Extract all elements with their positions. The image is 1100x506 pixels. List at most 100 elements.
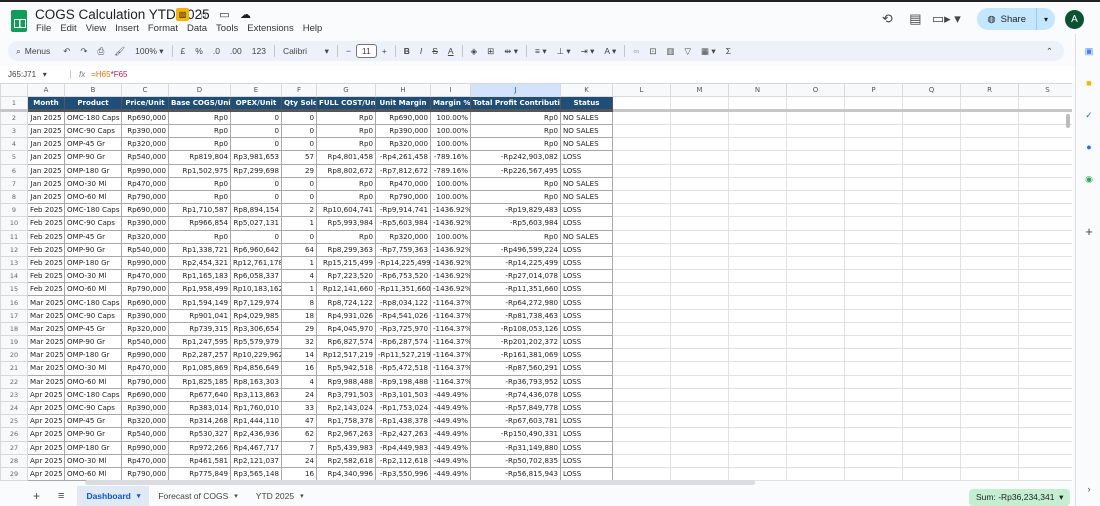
empty-cell[interactable] <box>728 387 787 402</box>
empty-cell[interactable] <box>902 427 961 442</box>
empty-cell[interactable] <box>670 427 729 442</box>
cell-qty-sold[interactable]: 32 <box>281 334 317 350</box>
column-header-p[interactable]: P <box>844 83 903 97</box>
cell-price-unit[interactable]: Rp690,000 <box>121 295 169 310</box>
empty-cell[interactable] <box>902 348 961 363</box>
cell-opex-unit[interactable]: Rp4,029,985 <box>230 308 282 323</box>
empty-cell[interactable] <box>844 440 903 455</box>
row-header[interactable]: 7 <box>0 176 28 191</box>
sheet-tab[interactable]: YTD 2025 ▾ <box>247 486 313 506</box>
all-sheets-icon[interactable]: ≡ <box>49 486 73 506</box>
expand-panel-icon[interactable]: › <box>1084 484 1094 494</box>
cell-base-cogs-unit[interactable]: Rp966,854 <box>168 216 231 231</box>
cell-price-unit[interactable]: Rp990,000 <box>121 255 169 271</box>
empty-cell[interactable] <box>844 348 903 363</box>
menus-search[interactable]: ⌕ Menus <box>8 46 58 57</box>
empty-cell[interactable] <box>960 150 1019 165</box>
currency-button[interactable]: £ <box>176 46 191 56</box>
cell-opex-unit[interactable]: Rp7,129,974 <box>230 295 282 310</box>
empty-cell[interactable] <box>1018 96 1072 112</box>
cell-product[interactable]: OMO-60 Ml <box>64 282 122 297</box>
cell-product[interactable]: OMO-60 Ml <box>64 189 122 205</box>
cell-product[interactable]: OMO-60 Ml <box>64 374 122 389</box>
sheet-tab[interactable]: Forecast of COGS ▾ <box>149 486 246 506</box>
cell-price-unit[interactable]: Rp540,000 <box>121 427 169 442</box>
cell-product[interactable]: OMP-180 Gr <box>64 348 122 363</box>
cell-month[interactable]: Feb 2025 <box>27 269 65 284</box>
cell-total-profit-contribution[interactable]: -Rp50,702,835 <box>470 453 561 468</box>
cell-qty-sold[interactable]: 0 <box>281 176 317 191</box>
empty-cell[interactable] <box>728 427 787 442</box>
cell-price-unit[interactable]: Rp390,000 <box>121 400 169 416</box>
cell-month[interactable]: Mar 2025 <box>27 334 65 350</box>
cell-full-cost-unit[interactable]: Rp7,223,520 <box>316 269 376 284</box>
cell-opex-unit[interactable]: Rp12,761,178 <box>230 255 282 271</box>
cell-total-profit-contribution[interactable]: -Rp57,849,778 <box>470 400 561 416</box>
cell-total-profit-contribution[interactable]: -Rp56,815,943 <box>470 466 561 481</box>
cell-margin-[interactable]: -1164.37% <box>430 348 471 363</box>
cell-base-cogs-unit[interactable]: Rp530,327 <box>168 427 231 442</box>
menu-file[interactable]: File <box>36 23 51 34</box>
cell-unit-margin[interactable]: -Rp1,438,378 <box>375 414 431 429</box>
cell-margin-[interactable]: 100.00% <box>430 110 471 125</box>
cell-status[interactable]: LOSS <box>560 361 613 376</box>
cell-total-profit-contribution[interactable]: -Rp87,560,291 <box>470 361 561 376</box>
empty-cell[interactable] <box>612 348 671 363</box>
empty-cell[interactable] <box>902 176 961 191</box>
empty-cell[interactable] <box>844 466 903 481</box>
bold-icon[interactable]: B <box>399 46 415 56</box>
cell-base-cogs-unit[interactable]: Rp775,849 <box>168 466 231 481</box>
cell-product[interactable]: OMP-180 Gr <box>64 255 122 271</box>
cell-margin-[interactable]: 100.00% <box>430 176 471 191</box>
cloud-saved-icon[interactable]: ☁ <box>239 8 252 21</box>
cell-opex-unit[interactable]: Rp2,121,037 <box>230 453 282 468</box>
column-header-r[interactable]: R <box>960 83 1019 97</box>
empty-cell[interactable] <box>612 269 671 284</box>
cell-product[interactable]: OMP-45 Gr <box>64 137 122 152</box>
menu-edit[interactable]: Edit <box>60 23 76 34</box>
row-header[interactable]: 26 <box>0 427 28 442</box>
keep-icon[interactable]: ■ <box>1084 78 1094 88</box>
empty-cell[interactable] <box>960 440 1019 455</box>
cell-opex-unit[interactable]: Rp6,058,337 <box>230 269 282 284</box>
cell-unit-margin[interactable]: -Rp9,198,488 <box>375 374 431 389</box>
italic-icon[interactable]: I <box>415 46 427 56</box>
row-header[interactable]: 16 <box>0 295 28 310</box>
row-header[interactable]: 24 <box>0 400 28 416</box>
empty-cell[interactable] <box>728 414 787 429</box>
empty-cell[interactable] <box>670 374 729 389</box>
cell-base-cogs-unit[interactable]: Rp739,315 <box>168 321 231 337</box>
cell-price-unit[interactable]: Rp470,000 <box>121 361 169 376</box>
empty-cell[interactable] <box>902 334 961 350</box>
avatar[interactable]: A <box>1065 9 1084 29</box>
cell-qty-sold[interactable]: 18 <box>281 308 317 323</box>
empty-cell[interactable] <box>960 269 1019 284</box>
cell-unit-margin[interactable]: Rp320,000 <box>375 137 431 152</box>
cell-opex-unit[interactable]: Rp8,894,154 <box>230 203 282 218</box>
empty-cell[interactable] <box>960 453 1019 468</box>
empty-cell[interactable] <box>670 348 729 363</box>
cell-full-cost-unit[interactable]: Rp8,802,672 <box>316 163 376 178</box>
cell-month[interactable]: Apr 2025 <box>27 427 65 442</box>
row-header[interactable]: 15 <box>0 282 28 297</box>
chevron-down-icon[interactable]: ▾ <box>137 492 141 500</box>
cell-month[interactable]: Apr 2025 <box>27 440 65 455</box>
cell-qty-sold[interactable]: 24 <box>281 453 317 468</box>
filter-views-icon[interactable]: ▦ ▾ <box>696 46 721 57</box>
cell-total-profit-contribution[interactable]: -Rp5,603,984 <box>470 216 561 231</box>
empty-cell[interactable] <box>786 440 845 455</box>
cell-opex-unit[interactable]: Rp3,306,654 <box>230 321 282 337</box>
row-header[interactable]: 21 <box>0 361 28 376</box>
cell-status[interactable]: LOSS <box>560 321 613 337</box>
cell-product[interactable]: OMC-90 Caps <box>64 308 122 323</box>
empty-cell[interactable] <box>844 137 903 152</box>
empty-cell[interactable] <box>960 229 1019 244</box>
cell-status[interactable]: NO SALES <box>560 123 613 139</box>
empty-cell[interactable] <box>786 361 845 376</box>
cell-base-cogs-unit[interactable]: Rp0 <box>168 123 231 139</box>
empty-cell[interactable] <box>786 203 845 218</box>
cell-price-unit[interactable]: Rp320,000 <box>121 321 169 337</box>
cell-status[interactable]: LOSS <box>560 308 613 323</box>
cell-product[interactable]: OMP-90 Gr <box>64 427 122 442</box>
column-header-s[interactable]: S <box>1018 83 1072 97</box>
